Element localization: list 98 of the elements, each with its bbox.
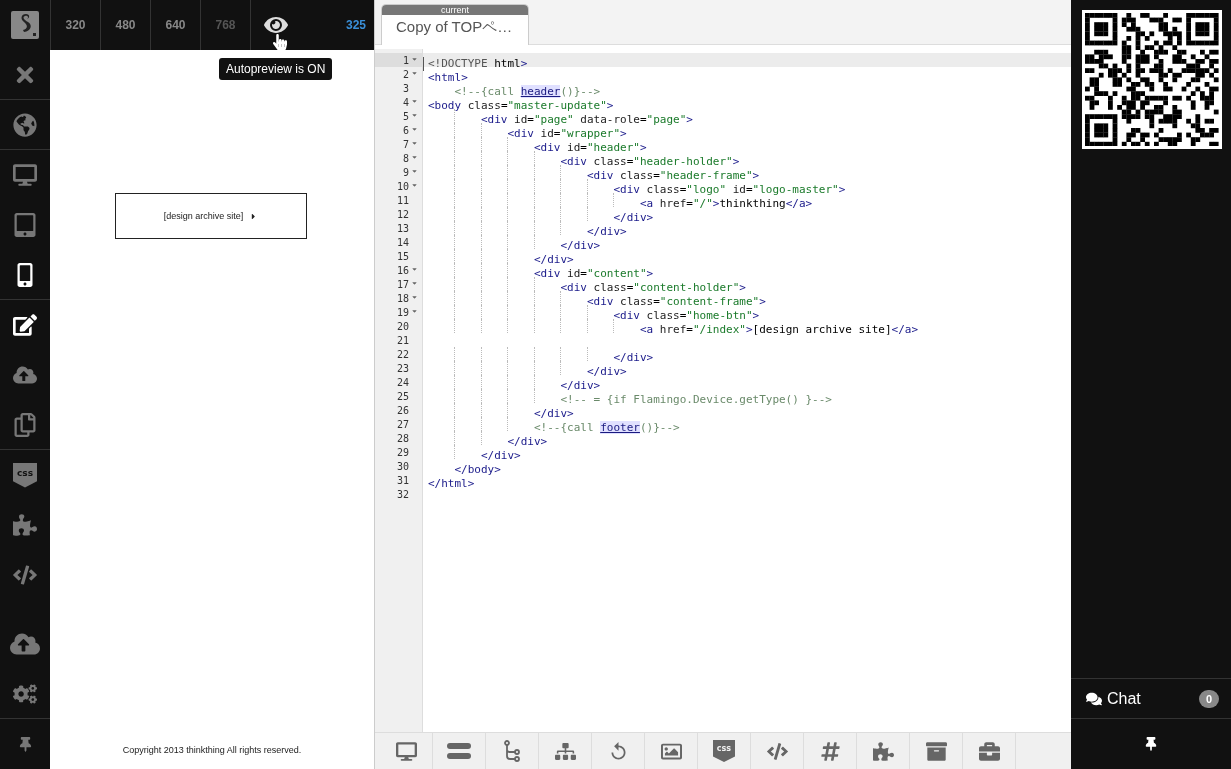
- width-button[interactable]: 480: [101, 0, 151, 50]
- css-icon: css: [713, 740, 735, 762]
- css-icon: css: [13, 462, 37, 488]
- code-line: <div class="content-frame">: [585, 295, 766, 309]
- code-line: </div>: [585, 365, 627, 379]
- copy-icon: [13, 412, 37, 437]
- code-line: <body class="master-update">: [427, 99, 614, 113]
- line-number: 7: [402, 138, 409, 150]
- sidebar-button[interactable]: css: [0, 450, 50, 500]
- code-line: <div class="logo" id="logo-master">: [612, 183, 846, 197]
- line-number: 6: [402, 124, 409, 136]
- line-number: 14: [396, 236, 409, 248]
- branch-icon: [504, 740, 520, 762]
- line-number: 32: [396, 488, 409, 500]
- code-icon: [766, 740, 788, 762]
- code-line: </div>: [480, 449, 521, 463]
- archive-icon: [925, 740, 947, 762]
- line-number: 22: [396, 348, 409, 360]
- code-line: </div>: [506, 435, 548, 449]
- globe-icon: [13, 112, 37, 137]
- line-number: 23: [396, 362, 409, 374]
- line-number: 20: [396, 320, 409, 332]
- line-number: 29: [396, 446, 409, 458]
- puzzle-icon: [872, 740, 894, 762]
- line-number: 26: [396, 404, 409, 416]
- hand-cursor-icon: [272, 34, 288, 50]
- code-line: </div>: [532, 407, 574, 421]
- copyright-text: Copyright 2013 thinkthing All rights reserved.: [122, 745, 302, 755]
- pin-icon: [17, 736, 33, 752]
- code-line: <div id="header">: [532, 141, 647, 155]
- width-button[interactable]: 320: [51, 0, 101, 50]
- line-number: 30: [396, 460, 409, 472]
- edit-icon: [13, 313, 37, 337]
- bars-icon: [447, 743, 471, 759]
- code-line: </div>: [612, 211, 654, 225]
- line-number: 17: [396, 278, 409, 290]
- code-line: <div class="header-frame">: [585, 169, 760, 183]
- line-number: 5: [402, 110, 409, 122]
- chat-count: 0: [1199, 689, 1219, 708]
- sitemap-icon: [554, 740, 576, 762]
- briefcase-icon: [978, 740, 1000, 762]
- code-line: <div class="home-btn">: [612, 309, 760, 323]
- desktop-icon: [395, 740, 417, 762]
- line-number: 11: [396, 194, 409, 206]
- hash-icon: [819, 740, 841, 762]
- code-line: <!--{call footer()}-->: [532, 421, 680, 435]
- code-line: </html>: [427, 477, 475, 491]
- code-line: <div class="content-holder">: [559, 281, 746, 295]
- code-line: <!DOCTYPE html>: [423, 57, 528, 71]
- code-line: <div id="wrapper">: [506, 127, 627, 141]
- code-line: <div id="content">: [532, 267, 654, 281]
- width-button[interactable]: 640: [151, 0, 201, 50]
- line-number: 9: [402, 166, 409, 178]
- line-number: 19: [396, 306, 409, 318]
- line-number: 27: [396, 418, 409, 430]
- line-number: 10: [396, 180, 409, 192]
- line-number: 3: [402, 82, 409, 94]
- code-line: <html>: [427, 71, 468, 85]
- code-line: <!--{call header()}-->: [453, 85, 601, 99]
- toolbar-button[interactable]: css: [698, 733, 751, 769]
- line-number: 25: [396, 390, 409, 402]
- pin-icon: [1144, 737, 1158, 751]
- line-number: 15: [396, 250, 409, 262]
- code-line: <div id="page" data-role="page">: [480, 113, 693, 127]
- line-number: 4: [402, 96, 409, 108]
- line-number: 1: [402, 54, 409, 66]
- gears-icon: [13, 681, 37, 706]
- file-tab[interactable]: current Copy of TOPペ…: [381, 4, 529, 45]
- code-line: </div>: [612, 351, 654, 365]
- tablet-icon: [13, 213, 37, 237]
- code-line: </div>: [559, 239, 601, 253]
- line-number: 16: [396, 264, 409, 276]
- line-number: 2: [402, 68, 409, 80]
- chat-icon: [1086, 690, 1102, 707]
- line-number: 28: [396, 432, 409, 444]
- code-line: <a href="/index">[design archive site]</a>: [638, 323, 919, 337]
- code-line: <a href="/">thinkthing</a>: [638, 197, 813, 211]
- logo-icon: [11, 11, 39, 39]
- puzzle-icon: [13, 513, 37, 537]
- line-number: 24: [396, 376, 409, 388]
- line-number: 21: [396, 334, 409, 346]
- home-link[interactable]: [design archive site]: [115, 193, 307, 239]
- tooltip: Autopreview is ON: [219, 58, 333, 80]
- code-line: <div class="header-holder">: [559, 155, 740, 169]
- line-number: 13: [396, 222, 409, 234]
- current-width: 325: [344, 17, 367, 34]
- code-icon: [13, 563, 37, 587]
- line-number: 31: [396, 474, 409, 486]
- desktop-icon: [13, 163, 37, 187]
- code-line: <!-- = {if Flamingo.Device.getType() }-->: [559, 393, 832, 407]
- line-number: 8: [402, 152, 409, 164]
- chat-button[interactable]: Chat 0: [1071, 678, 1231, 719]
- line-number: 18: [396, 292, 409, 304]
- code-line: </body>: [453, 463, 501, 477]
- line-number: 12: [396, 208, 409, 220]
- code-line: </div>: [532, 253, 574, 267]
- code-line: </div>: [585, 225, 627, 239]
- code-line: </div>: [559, 379, 601, 393]
